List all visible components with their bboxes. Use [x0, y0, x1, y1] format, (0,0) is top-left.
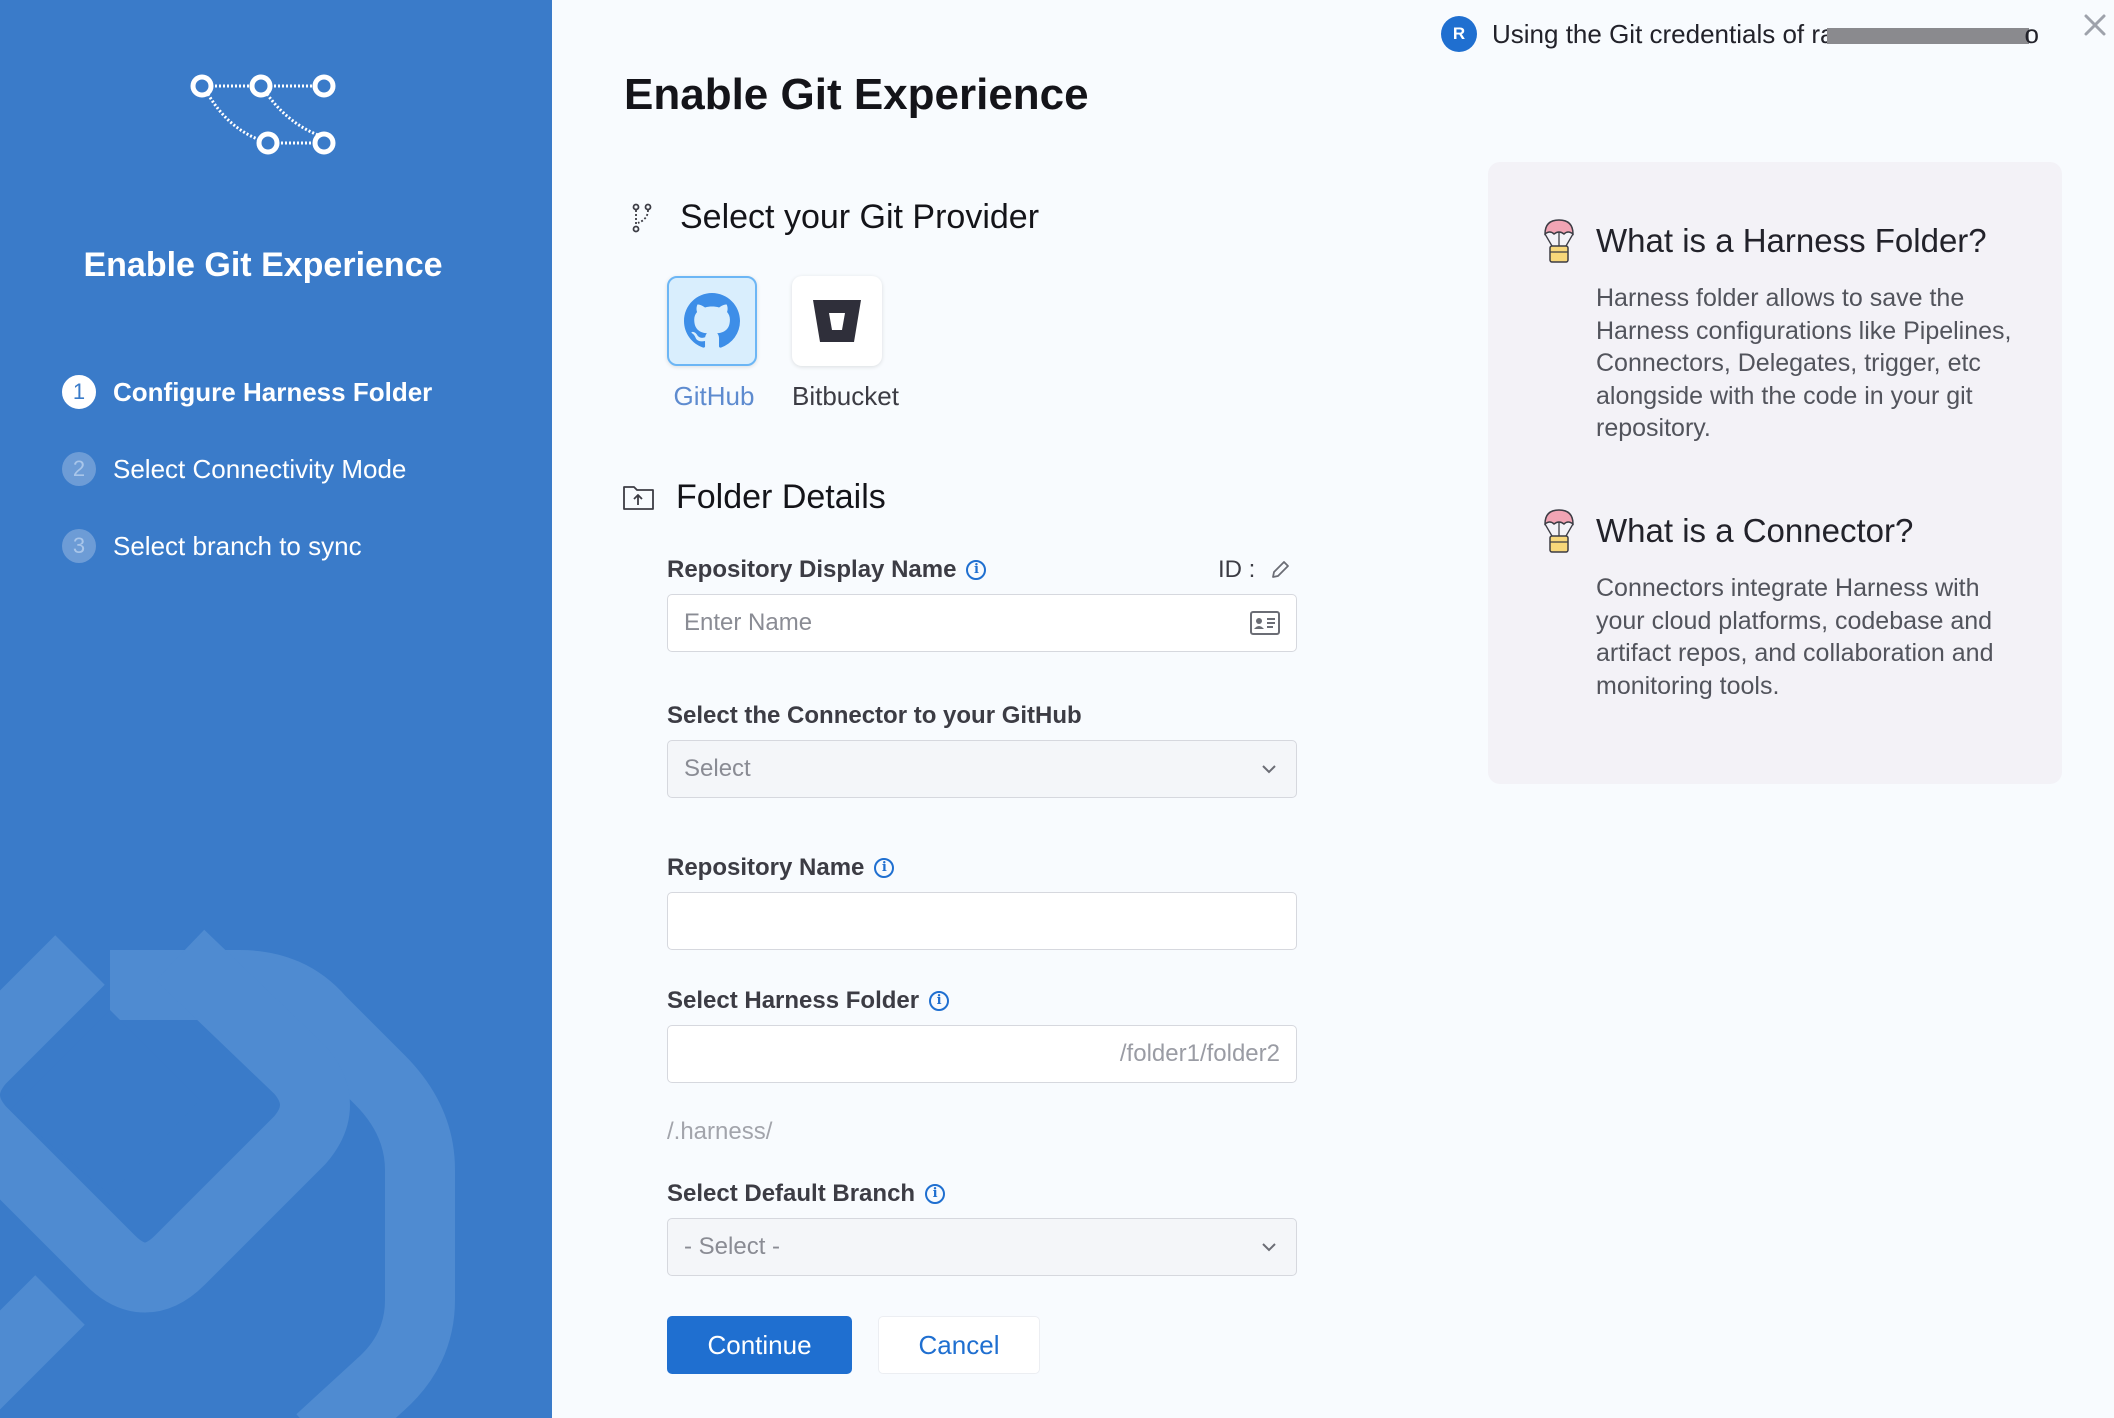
provider-tile	[792, 276, 882, 366]
page-title: Enable Git Experience	[624, 70, 1089, 119]
git-provider-section-title: Select your Git Provider	[626, 198, 1039, 237]
help-panel: What is a Harness Folder? Harness folder…	[1488, 162, 2062, 784]
info-icon[interactable]: i	[966, 560, 987, 580]
git-experience-logo-icon	[190, 74, 336, 155]
step-number: 2	[62, 452, 96, 486]
id-label: ID :	[1218, 556, 1291, 584]
chevron-down-icon	[1262, 1243, 1276, 1252]
label-text: Select Harness Folder	[667, 987, 920, 1014]
help-item-header: What is a Harness Folder?	[1542, 218, 2016, 264]
repo-display-name-label: Repository Display Name i	[667, 556, 987, 584]
parachute-icon	[1544, 509, 1574, 553]
continue-button[interactable]: Continue	[667, 1316, 852, 1374]
step-label: Select Connectivity Mode	[113, 453, 407, 484]
label-text: Repository Name	[667, 854, 865, 881]
step-number: 1	[62, 375, 96, 409]
folder-details-section-title: Folder Details	[622, 478, 886, 517]
info-icon[interactable]: i	[874, 858, 895, 878]
harness-watermark-icon	[0, 929, 455, 1418]
label-text: Select the Connector to your GitHub	[667, 702, 1082, 729]
cancel-button[interactable]: Cancel	[878, 1316, 1040, 1374]
provider-github[interactable]: GitHub	[667, 276, 761, 412]
placeholder-text: Enter Name	[684, 609, 813, 636]
help-item-body: Harness folder allows to save the Harnes…	[1596, 284, 2012, 442]
help-item-title: What is a Connector?	[1596, 512, 1914, 549]
github-icon	[684, 293, 740, 348]
git-branch-icon	[632, 203, 652, 232]
folder-icon	[623, 485, 654, 510]
edit-pencil-icon[interactable]	[1269, 559, 1291, 581]
help-item-connector: What is a Connector? Connectors integrat…	[1542, 508, 2016, 702]
default-branch-select[interactable]: - Select -	[667, 1218, 1297, 1276]
bitbucket-icon	[813, 300, 861, 342]
sidebar-title: Enable Git Experience	[83, 246, 443, 284]
close-icon[interactable]	[2080, 10, 2110, 40]
chevron-down-icon	[1262, 765, 1276, 774]
provider-name: GitHub	[673, 381, 755, 411]
label-text: Repository Display Name	[667, 556, 957, 583]
step-number: 3	[62, 529, 96, 563]
help-item-harness-folder: What is a Harness Folder? Harness folder…	[1542, 218, 2016, 445]
help-item-title: What is a Harness Folder?	[1596, 222, 1987, 259]
step-select-connectivity-mode[interactable]: 2 Select Connectivity Mode	[62, 449, 432, 489]
section-label: Folder Details	[676, 478, 886, 516]
connector-select[interactable]: Select	[667, 740, 1297, 798]
id-text: ID :	[1218, 556, 1256, 583]
repo-display-name-input[interactable]: Enter Name	[667, 594, 1297, 652]
avatar: R	[1441, 16, 1477, 52]
harness-path-preview: /.harness/	[667, 1118, 773, 1145]
id-card-icon	[1250, 611, 1280, 635]
default-branch-label: Select Default Branch i	[667, 1180, 946, 1208]
provider-name: Bitbucket	[792, 381, 899, 411]
harness-folder-label: Select Harness Folder i	[667, 987, 950, 1015]
label-text: Select Default Branch	[667, 1180, 916, 1207]
parachute-icon	[1544, 219, 1574, 263]
placeholder-text: /folder1/folder2	[1119, 1040, 1280, 1067]
section-label: Select your Git Provider	[680, 198, 1040, 236]
wizard-steps: 1 Configure Harness Folder 2 Select Conn…	[62, 372, 432, 603]
wizard-sidebar: Enable Git Experience 1 Configure Harnes…	[0, 0, 552, 1418]
repo-name-input[interactable]	[667, 892, 1297, 950]
step-label: Select branch to sync	[113, 530, 362, 561]
git-credentials-indicator: R Using the Git credentials of ra o	[1441, 14, 2039, 54]
credentials-prefix: Using the Git credentials of ra	[1492, 18, 1835, 49]
provider-tile	[667, 276, 757, 366]
credentials-suffix: o	[2024, 18, 2039, 49]
step-label: Configure Harness Folder	[113, 376, 433, 407]
select-value: Select	[684, 755, 751, 782]
select-value: - Select -	[684, 1233, 781, 1260]
step-select-branch-to-sync[interactable]: 3 Select branch to sync	[62, 526, 432, 566]
help-item-header: What is a Connector?	[1542, 508, 2016, 554]
info-icon[interactable]: i	[929, 991, 950, 1011]
repo-name-label: Repository Name i	[667, 854, 895, 882]
help-item-body: Connectors integrate Harness with your c…	[1596, 574, 1994, 700]
provider-bitbucket[interactable]: Bitbucket	[792, 276, 899, 412]
info-icon[interactable]: i	[925, 1184, 946, 1204]
credentials-text: Using the Git credentials of ra o	[1492, 19, 2039, 50]
connector-label: Select the Connector to your GitHub	[667, 702, 1082, 730]
harness-folder-input[interactable]: /folder1/folder2	[667, 1025, 1297, 1083]
step-configure-harness-folder[interactable]: 1 Configure Harness Folder	[62, 372, 432, 412]
redacted-username	[1826, 27, 2029, 44]
